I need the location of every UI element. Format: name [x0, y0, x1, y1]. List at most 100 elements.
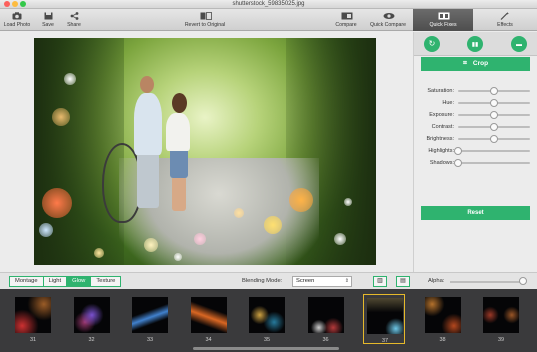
effect-thumbnail-number: 39 — [497, 337, 505, 343]
effect-thumbnail[interactable]: 34 — [188, 294, 230, 344]
slider-label: Shadows: — [429, 160, 454, 166]
stacked-view-button[interactable]: ▤ — [396, 276, 410, 287]
window-title: shutterstock_59835025.jpg — [232, 1, 305, 7]
effect-thumbnail-image — [190, 297, 227, 333]
effect-thumbnail-number: 36 — [322, 337, 329, 343]
rows-icon: ▤ — [400, 278, 406, 284]
quick-fixes-actions: ↻ ▮▮ ▬ — [414, 32, 537, 56]
effect-thumbnail[interactable]: 37 — [363, 294, 405, 344]
alpha-slider-track[interactable] — [450, 281, 526, 283]
quick-compare-button[interactable]: Quick Compare — [368, 10, 408, 30]
flip-vertical-button[interactable]: ▬ — [511, 36, 527, 52]
bokeh-light — [344, 198, 352, 206]
slider-track[interactable] — [458, 150, 530, 152]
effect-thumbnail[interactable]: 38 — [422, 294, 464, 344]
slider-label: Exposure: — [429, 112, 454, 118]
effect-thumbnail-image — [15, 297, 51, 333]
effect-thumbnail-number: 37 — [381, 338, 389, 344]
effect-thumbnail-number: 33 — [146, 337, 154, 343]
revert-button[interactable]: Revert to Original — [182, 10, 228, 30]
slider-knob[interactable] — [490, 111, 498, 119]
photo-man-body — [134, 93, 162, 155]
save-button[interactable]: Save — [40, 10, 56, 30]
slider-row: Saturation: — [414, 86, 537, 96]
photo-woman-shorts — [170, 148, 188, 178]
quick-fixes-panel: ↻ ▮▮ ▬ ⌗ Crop Saturation: Hue: Exposure: Con… — [413, 32, 537, 272]
rotate-icon: ↻ — [428, 39, 436, 48]
effect-thumbnail-number: 35 — [263, 337, 271, 343]
quick-compare-label: Quick Compare — [369, 22, 407, 28]
bokeh-light — [52, 108, 70, 126]
compare-button[interactable]: Compare — [333, 10, 359, 30]
crop-label: Crop — [472, 60, 489, 67]
tab-light[interactable]: Light — [43, 277, 68, 286]
title-bar: shutterstock_59835025.jpg — [0, 0, 537, 9]
tab-montage[interactable]: Montage — [10, 277, 44, 286]
photo-woman-lower-legs — [172, 176, 186, 211]
flip-horizontal-button[interactable]: ▮▮ — [467, 36, 483, 52]
effect-thumbnail-number: 38 — [439, 337, 446, 343]
effect-thumbnail-image — [307, 297, 344, 333]
effect-thumbnail[interactable]: 35 — [246, 294, 288, 344]
slider-knob[interactable] — [490, 123, 498, 131]
photo-woman-body — [166, 113, 190, 151]
slider-row: Hue: — [414, 98, 537, 108]
slider-track[interactable] — [458, 162, 530, 164]
effect-category-tabs: Montage Light Glow Texture — [9, 276, 122, 287]
effect-thumbnail[interactable]: 36 — [305, 294, 347, 344]
bokeh-light — [289, 188, 313, 212]
effect-thumbnail[interactable]: 32 — [71, 294, 113, 344]
share-button[interactable]: Share — [65, 10, 83, 30]
slider-knob[interactable] — [490, 99, 498, 107]
photo-preview[interactable] — [34, 38, 376, 265]
bokeh-light — [64, 73, 76, 85]
slider-knob[interactable] — [454, 147, 462, 155]
save-label: Save — [42, 22, 54, 28]
blending-mode-label: Blending Mode: — [242, 278, 283, 284]
effect-thumbnail-image — [73, 297, 110, 333]
tab-texture[interactable]: Texture — [91, 277, 121, 286]
effect-thumbnail[interactable]: 31 — [12, 294, 54, 344]
columns-icon: ▥ — [377, 278, 383, 284]
crop-icon: ⌗ — [462, 60, 467, 67]
blending-mode-select[interactable]: Screen ⇕ — [292, 276, 352, 287]
filmstrip-scrollbar[interactable] — [193, 347, 339, 350]
app-window: shutterstock_59835025.jpg Load Photo Sav… — [0, 0, 537, 352]
share-label: Share — [67, 22, 81, 28]
tab-glow[interactable]: Glow — [67, 277, 92, 286]
load-photo-button[interactable]: Load Photo — [4, 10, 30, 30]
side-by-side-view-button[interactable]: ▥ — [373, 276, 387, 287]
slider-label: Brightness: — [426, 136, 454, 142]
effect-thumbnail[interactable]: 39 — [480, 294, 522, 344]
rotate-button[interactable]: ↻ — [424, 36, 440, 52]
reset-button[interactable]: Reset — [421, 206, 530, 220]
slider-row: Brightness: — [414, 134, 537, 144]
select-arrows-icon: ⇕ — [344, 278, 349, 284]
slider-knob[interactable] — [490, 87, 498, 95]
crop-button[interactable]: ⌗ Crop — [421, 57, 530, 71]
bokeh-light — [144, 238, 158, 252]
bokeh-light — [42, 188, 72, 218]
slider-label: Saturation: — [427, 88, 454, 94]
quick-fixes-tab[interactable]: Quick Fixes — [413, 9, 473, 31]
flip-vertical-icon: ▬ — [516, 42, 522, 48]
canvas-area — [0, 32, 412, 272]
slider-knob[interactable] — [454, 159, 462, 167]
alpha-slider-knob[interactable] — [519, 277, 527, 285]
bokeh-light — [39, 223, 53, 237]
slider-knob[interactable] — [490, 135, 498, 143]
slider-label: Highlights: — [428, 148, 454, 154]
bokeh-light — [174, 253, 182, 261]
bokeh-light — [94, 248, 104, 258]
effect-thumbnail[interactable]: 33 — [129, 294, 171, 344]
compare-label: Compare — [335, 22, 357, 28]
effects-tab[interactable]: Effects — [483, 10, 527, 30]
bokeh-light — [194, 233, 206, 245]
slider-label: Hue: — [442, 100, 454, 106]
photo-man-head — [140, 76, 154, 93]
effect-thumbnail-image — [249, 297, 285, 333]
effect-thumbnail-number: 31 — [29, 337, 37, 343]
effect-thumbnail-number: 32 — [88, 337, 95, 343]
flip-horizontal-icon: ▮▮ — [471, 42, 479, 48]
slider-row: Exposure: — [414, 110, 537, 120]
